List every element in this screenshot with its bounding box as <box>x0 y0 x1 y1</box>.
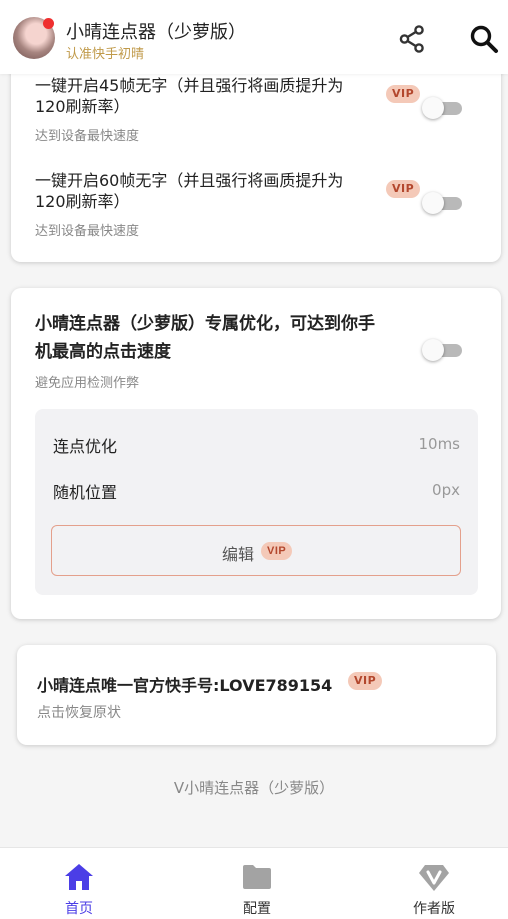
option-45fps-title: 一键开启45帧无字（并且强行将画质提升为 120刷新率） <box>35 76 344 116</box>
share-icon[interactable] <box>398 24 428 54</box>
edit-button-label: 编辑 <box>222 547 255 564</box>
option-60fps-subtitle: 达到设备最快速度 <box>35 224 140 239</box>
diamond-v-icon <box>419 865 449 891</box>
app-title: 小晴连点器（少萝版） <box>66 22 246 43</box>
random-position-value[interactable]: 0px <box>432 481 460 499</box>
optimization-title: 小晴连点器（少萝版）专属优化，可达到你手 机最高的点击速度 <box>35 314 375 362</box>
toggle-knob <box>422 339 444 361</box>
random-position-label: 随机位置 <box>53 483 118 502</box>
app-subtitle: 认准快手初晴 <box>66 47 145 62</box>
optimization-card: 小晴连点器（少萝版）专属优化，可达到你手 机最高的点击速度 避免应用检测作弊 连… <box>11 288 501 619</box>
option-45fps-toggle[interactable] <box>422 96 466 120</box>
edit-button[interactable]: 编辑 VIP <box>51 525 461 576</box>
toggle-knob <box>422 192 444 214</box>
nav-item-home[interactable]: 首页 <box>29 848 129 919</box>
click-optimize-value[interactable]: 10ms <box>418 435 460 453</box>
vip-badge: VIP <box>261 542 293 560</box>
toggle-knob <box>422 97 444 119</box>
nav-item-author[interactable]: 作者版 <box>384 848 484 919</box>
nav-label-home: 首页 <box>65 901 93 917</box>
home-icon <box>65 864 93 890</box>
nav-label-config: 配置 <box>243 901 271 917</box>
option-60fps-toggle[interactable] <box>422 191 466 215</box>
footer-note: V小晴连点器（少萝版） <box>173 779 335 797</box>
search-icon[interactable] <box>469 24 499 54</box>
vip-badge: VIP <box>386 180 421 198</box>
settings-panel: 连点优化 10ms 随机位置 0px 编辑 VIP <box>35 409 478 595</box>
vip-badge: VIP <box>348 672 383 690</box>
folder-icon <box>243 865 271 889</box>
option-45fps-subtitle: 达到设备最快速度 <box>35 129 140 144</box>
notification-dot <box>43 18 54 29</box>
bottom-nav: 首页 配置 作者版 <box>0 847 508 919</box>
app-header: 小晴连点器（少萝版） 认准快手初晴 <box>0 0 508 74</box>
optimization-subtitle: 避免应用检测作弊 <box>35 376 140 391</box>
optimization-toggle[interactable] <box>422 338 466 362</box>
official-account-title: 小晴连点唯一官方快手号:LOVE789154 <box>37 676 333 695</box>
official-account-card[interactable]: 小晴连点唯一官方快手号:LOVE789154 VIP 点击恢复原状 <box>17 645 496 745</box>
nav-label-author: 作者版 <box>413 901 455 917</box>
vip-badge: VIP <box>386 85 421 103</box>
nav-item-config[interactable]: 配置 <box>207 848 307 919</box>
official-account-subtitle: 点击恢复原状 <box>37 705 121 721</box>
option-60fps-title: 一键开启60帧无字（并且强行将画质提升为 120刷新率） <box>35 171 344 211</box>
click-optimize-label: 连点优化 <box>53 437 118 456</box>
